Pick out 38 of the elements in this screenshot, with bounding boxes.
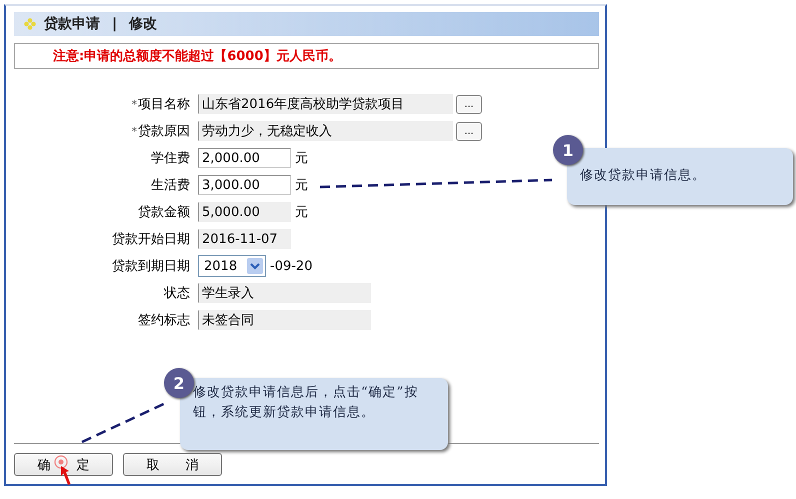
field-label: 状态: [164, 286, 190, 301]
unit-label: 元: [295, 177, 308, 194]
browse-button[interactable]: ...: [456, 94, 482, 114]
input-field[interactable]: 2016-11-07: [198, 229, 291, 249]
input-field[interactable]: 3,000.00: [198, 175, 291, 195]
field-label: 学住费: [151, 151, 190, 166]
field-label: 贷款金额: [138, 205, 190, 220]
form-button[interactable]: 取 消: [123, 453, 222, 476]
cursor-arrow-icon: [61, 466, 70, 485]
field-label: 项目名称: [138, 97, 190, 112]
input-field[interactable]: 未签合同: [198, 310, 371, 330]
field-label: 贷款开始日期: [112, 232, 190, 247]
chevron-down-icon: [247, 258, 263, 274]
date-suffix: -09-20: [270, 258, 312, 274]
diamond-dots-icon: [24, 18, 36, 30]
click-target-drawing: [54, 455, 68, 469]
input-field[interactable]: 2,000.00: [198, 148, 291, 168]
input-field[interactable]: 5,000.00: [198, 202, 291, 222]
required-mark: *: [132, 125, 137, 138]
form-button[interactable]: 确 定: [14, 453, 113, 476]
callout-text: 修改贷款申请信息后，点击“确定”按钮，系统更新贷款申请信息。: [193, 384, 420, 422]
notice-text: 注意:申请的总额度不能超过【6000】元人民币。: [53, 48, 342, 65]
title-separator: |: [112, 16, 118, 32]
page-subtitle: 修改: [129, 15, 158, 33]
field-label: 签约标志: [138, 313, 190, 328]
year-dropdown[interactable]: 2018: [198, 255, 266, 277]
callout-text: 修改贷款申请信息。: [580, 167, 707, 185]
page-title: 贷款申请: [44, 15, 100, 33]
field-label: 贷款原因: [138, 124, 190, 139]
field-label: 贷款到期日期: [112, 259, 190, 274]
input-field[interactable]: 山东省2016年度高校助学贷款项目: [198, 94, 453, 114]
unit-label: 元: [295, 150, 308, 167]
required-mark: *: [132, 98, 137, 111]
browse-button[interactable]: ...: [456, 122, 482, 140]
input-field[interactable]: 学生录入: [198, 283, 371, 303]
input-field[interactable]: 劳动力少，无稳定收入: [198, 121, 453, 141]
unit-label: 元: [295, 204, 308, 221]
field-label: 生活费: [151, 178, 190, 193]
